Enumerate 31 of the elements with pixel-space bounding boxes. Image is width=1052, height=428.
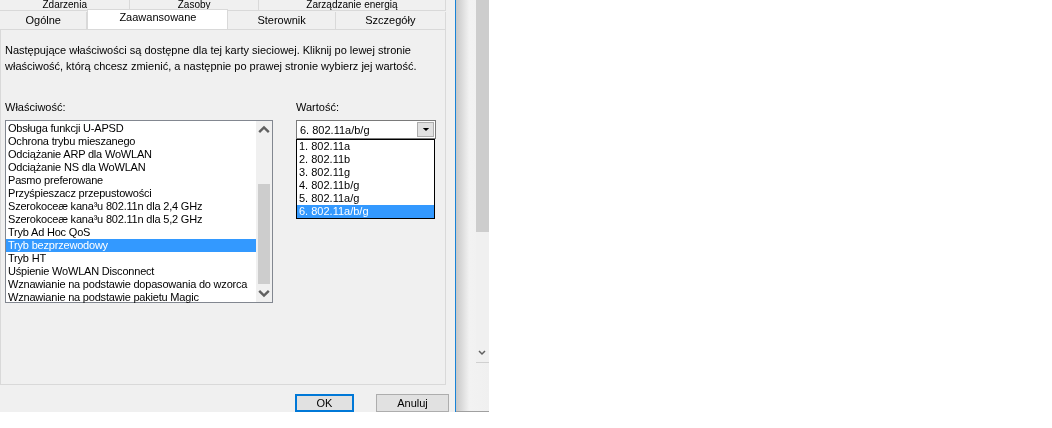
dialog-button[interactable]: Anuluj: [376, 394, 449, 412]
dialog-button[interactable]: OK: [295, 394, 354, 412]
dropdown-option[interactable]: 3. 802.11g: [297, 166, 434, 179]
property-item[interactable]: Przyśpieszacz przepustowości: [6, 187, 256, 200]
property-item[interactable]: Odciążanie ARP dla WoWLAN: [6, 148, 256, 161]
scroll-down-icon: [477, 348, 487, 358]
property-item[interactable]: Wznawianie na podstawie dopasowania do wzorca: [6, 278, 256, 291]
property-item[interactable]: Ochrona trybu mieszanego: [6, 135, 256, 148]
dropdown-option[interactable]: 5. 802.11a/g: [297, 192, 434, 205]
property-item[interactable]: Uśpienie WoWLAN Disconnect: [6, 265, 256, 278]
caret-icon: [421, 127, 430, 132]
property-item[interactable]: Wznawianie na podstawie pakietu Magic: [6, 291, 256, 304]
value-label: Wartość:: [296, 100, 340, 114]
property-item[interactable]: Odciążanie NS dla WoWLAN: [6, 161, 256, 174]
property-item[interactable]: Pasmo preferowane: [6, 174, 256, 187]
property-item[interactable]: Tryb HT: [6, 252, 256, 265]
dropdown-option[interactable]: 4. 802.11b/g: [297, 179, 434, 192]
tab[interactable]: Zarządzanie energią: [258, 0, 446, 11]
property-item[interactable]: Szerokoceæ kana³u 802.11n dla 2,4 GHz: [6, 200, 256, 213]
description-text: Następujące właściwości są dostępne dla tej karty sieciowej. Kliknij po lewej stronie właściwość, którą chcesz zmienić, a następnie po prawej stronie wybierz jej wartość.: [5, 43, 418, 74]
dropdown-option[interactable]: 1. 802.11a: [297, 140, 434, 153]
property-list[interactable]: [5, 120, 273, 303]
property-label: Właściwość:: [5, 100, 67, 114]
property-item[interactable]: Tryb Ad Hoc QoS: [6, 226, 256, 239]
value-dropdown[interactable]: 6. 802.11a/b/g: [296, 120, 436, 139]
property-item[interactable]: Szerokoceæ kana³u 802.11n dla 5,2 GHz: [6, 213, 256, 226]
tab[interactable]: Zaawansowane: [87, 9, 229, 29]
scrollbar[interactable]: [256, 121, 272, 302]
dropdown-option[interactable]: 2. 802.11b: [297, 153, 434, 166]
scrollbar-thumb[interactable]: [258, 184, 270, 284]
property-item[interactable]: Obsługa funkcji U-APSD: [6, 122, 256, 135]
